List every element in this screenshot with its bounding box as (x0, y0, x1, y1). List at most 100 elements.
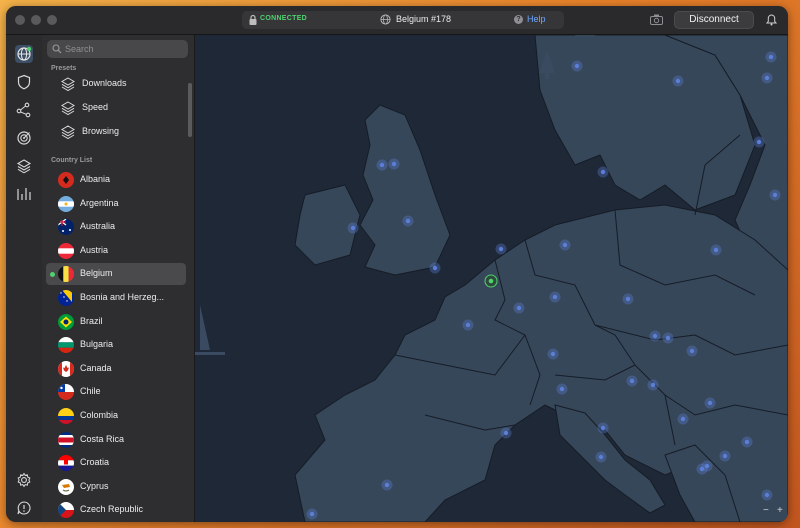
country-item[interactable]: Belgium (46, 263, 186, 286)
country-item[interactable]: Cyprus (46, 476, 186, 498)
title-bar: CONNECTED Belgium #178 ? Help Disconnect (6, 6, 788, 35)
layers-icon[interactable] (15, 157, 33, 175)
minimize-window-button[interactable] (31, 15, 41, 25)
server-pin[interactable] (722, 453, 728, 459)
flag-icon (58, 360, 74, 377)
flag-icon (58, 431, 74, 448)
bell-icon[interactable] (766, 14, 777, 26)
country-label: Czech Republic (80, 504, 144, 515)
server-name[interactable]: Belgium #178 (396, 14, 451, 24)
zoom-out-button[interactable]: − (763, 505, 769, 516)
server-pin[interactable] (744, 439, 750, 445)
country-item[interactable]: Bulgaria (46, 334, 186, 356)
country-item[interactable]: Brazil (46, 311, 186, 333)
server-pin[interactable] (764, 75, 770, 81)
server-pin[interactable] (675, 78, 681, 84)
server-pin[interactable] (680, 416, 686, 422)
flag-icon (58, 242, 74, 259)
search-input[interactable] (65, 41, 183, 57)
disconnect-button[interactable]: Disconnect (674, 11, 754, 29)
server-pin[interactable] (707, 400, 713, 406)
server-pin[interactable] (713, 247, 719, 253)
preset-item[interactable]: Speed (42, 97, 190, 119)
server-pin[interactable] (629, 378, 635, 384)
country-item[interactable]: Czech Republic (46, 499, 186, 521)
server-pin[interactable] (625, 296, 631, 302)
country-label: Colombia (80, 410, 119, 420)
server-pin[interactable] (562, 242, 568, 248)
preset-label: Downloads (82, 78, 127, 88)
country-label: Belgium (80, 268, 113, 279)
server-pin[interactable] (391, 161, 397, 167)
server-pin[interactable] (432, 265, 438, 271)
server-pin[interactable] (665, 335, 671, 341)
country-item[interactable]: Albania (46, 169, 186, 191)
country-label: Bulgaria (80, 339, 114, 350)
country-item[interactable]: Argentina (46, 193, 186, 215)
server-pin[interactable] (699, 466, 705, 472)
server-pin[interactable] (764, 492, 770, 498)
active-server-pin[interactable] (488, 278, 494, 284)
settings-gear-icon[interactable] (15, 471, 33, 489)
country-item[interactable]: Costa Rica (46, 429, 186, 451)
flag-icon (58, 337, 74, 354)
zoom-in-button[interactable]: + (777, 505, 783, 516)
support-icon[interactable] (15, 499, 33, 517)
server-pin[interactable] (772, 192, 778, 198)
layers-icon (61, 101, 75, 116)
server-pin[interactable] (650, 382, 656, 388)
camera-icon[interactable] (650, 14, 663, 25)
country-label: Cyprus (80, 480, 109, 491)
world-map[interactable]: − + (195, 35, 788, 522)
meshnet-icon[interactable] (15, 101, 33, 119)
server-pin[interactable] (503, 430, 509, 436)
preset-item[interactable]: Downloads (42, 73, 190, 95)
server-pin[interactable] (379, 162, 385, 168)
server-pin[interactable] (768, 54, 774, 60)
flag-icon (58, 455, 74, 472)
server-pin[interactable] (552, 294, 558, 300)
flag-icon (58, 219, 74, 236)
sidebar: Presets Downloads Speed Browsing Country L… (42, 35, 195, 522)
zoom-window-button[interactable] (47, 15, 57, 25)
server-pin[interactable] (598, 454, 604, 460)
server-pin[interactable] (516, 305, 522, 311)
server-pin[interactable] (465, 322, 471, 328)
server-pin[interactable] (498, 246, 504, 252)
server-pin[interactable] (405, 218, 411, 224)
country-item[interactable]: Austria (46, 240, 186, 262)
server-pin[interactable] (600, 425, 606, 431)
server-pin[interactable] (550, 351, 556, 357)
country-item[interactable]: Australia (46, 216, 186, 238)
server-pin[interactable] (350, 225, 356, 231)
server-pin[interactable] (384, 482, 390, 488)
help-link[interactable]: Help (527, 14, 546, 24)
app-window: CONNECTED Belgium #178 ? Help Disconnect (6, 6, 788, 522)
server-pin[interactable] (652, 333, 658, 339)
country-item[interactable]: Bosnia and Herzeg... (46, 287, 186, 309)
server-pin[interactable] (309, 511, 315, 517)
flag-icon (58, 384, 74, 401)
close-window-button[interactable] (15, 15, 25, 25)
country-item[interactable]: Croatia (46, 452, 186, 474)
server-pin[interactable] (559, 386, 565, 392)
flag-icon (58, 266, 74, 283)
server-pin[interactable] (600, 169, 606, 175)
server-pin[interactable] (756, 139, 762, 145)
country-label: Bosnia and Herzeg... (80, 292, 165, 302)
preset-item[interactable]: Browsing (42, 121, 190, 143)
target-icon[interactable] (15, 129, 33, 147)
country-item[interactable]: Colombia (46, 405, 186, 427)
server-pin[interactable] (689, 348, 695, 354)
flag-icon (58, 290, 74, 306)
shield-icon[interactable] (15, 73, 33, 91)
sidebar-scrollbar[interactable] (188, 83, 192, 137)
globe-icon[interactable] (15, 45, 33, 63)
search-box[interactable] (47, 40, 188, 58)
help-icon[interactable]: ? (514, 15, 523, 24)
stats-icon[interactable] (15, 185, 33, 203)
country-item[interactable]: Chile (46, 381, 186, 403)
server-pin[interactable] (574, 63, 580, 69)
lock-icon (249, 14, 257, 25)
country-item[interactable]: Canada (46, 358, 186, 380)
